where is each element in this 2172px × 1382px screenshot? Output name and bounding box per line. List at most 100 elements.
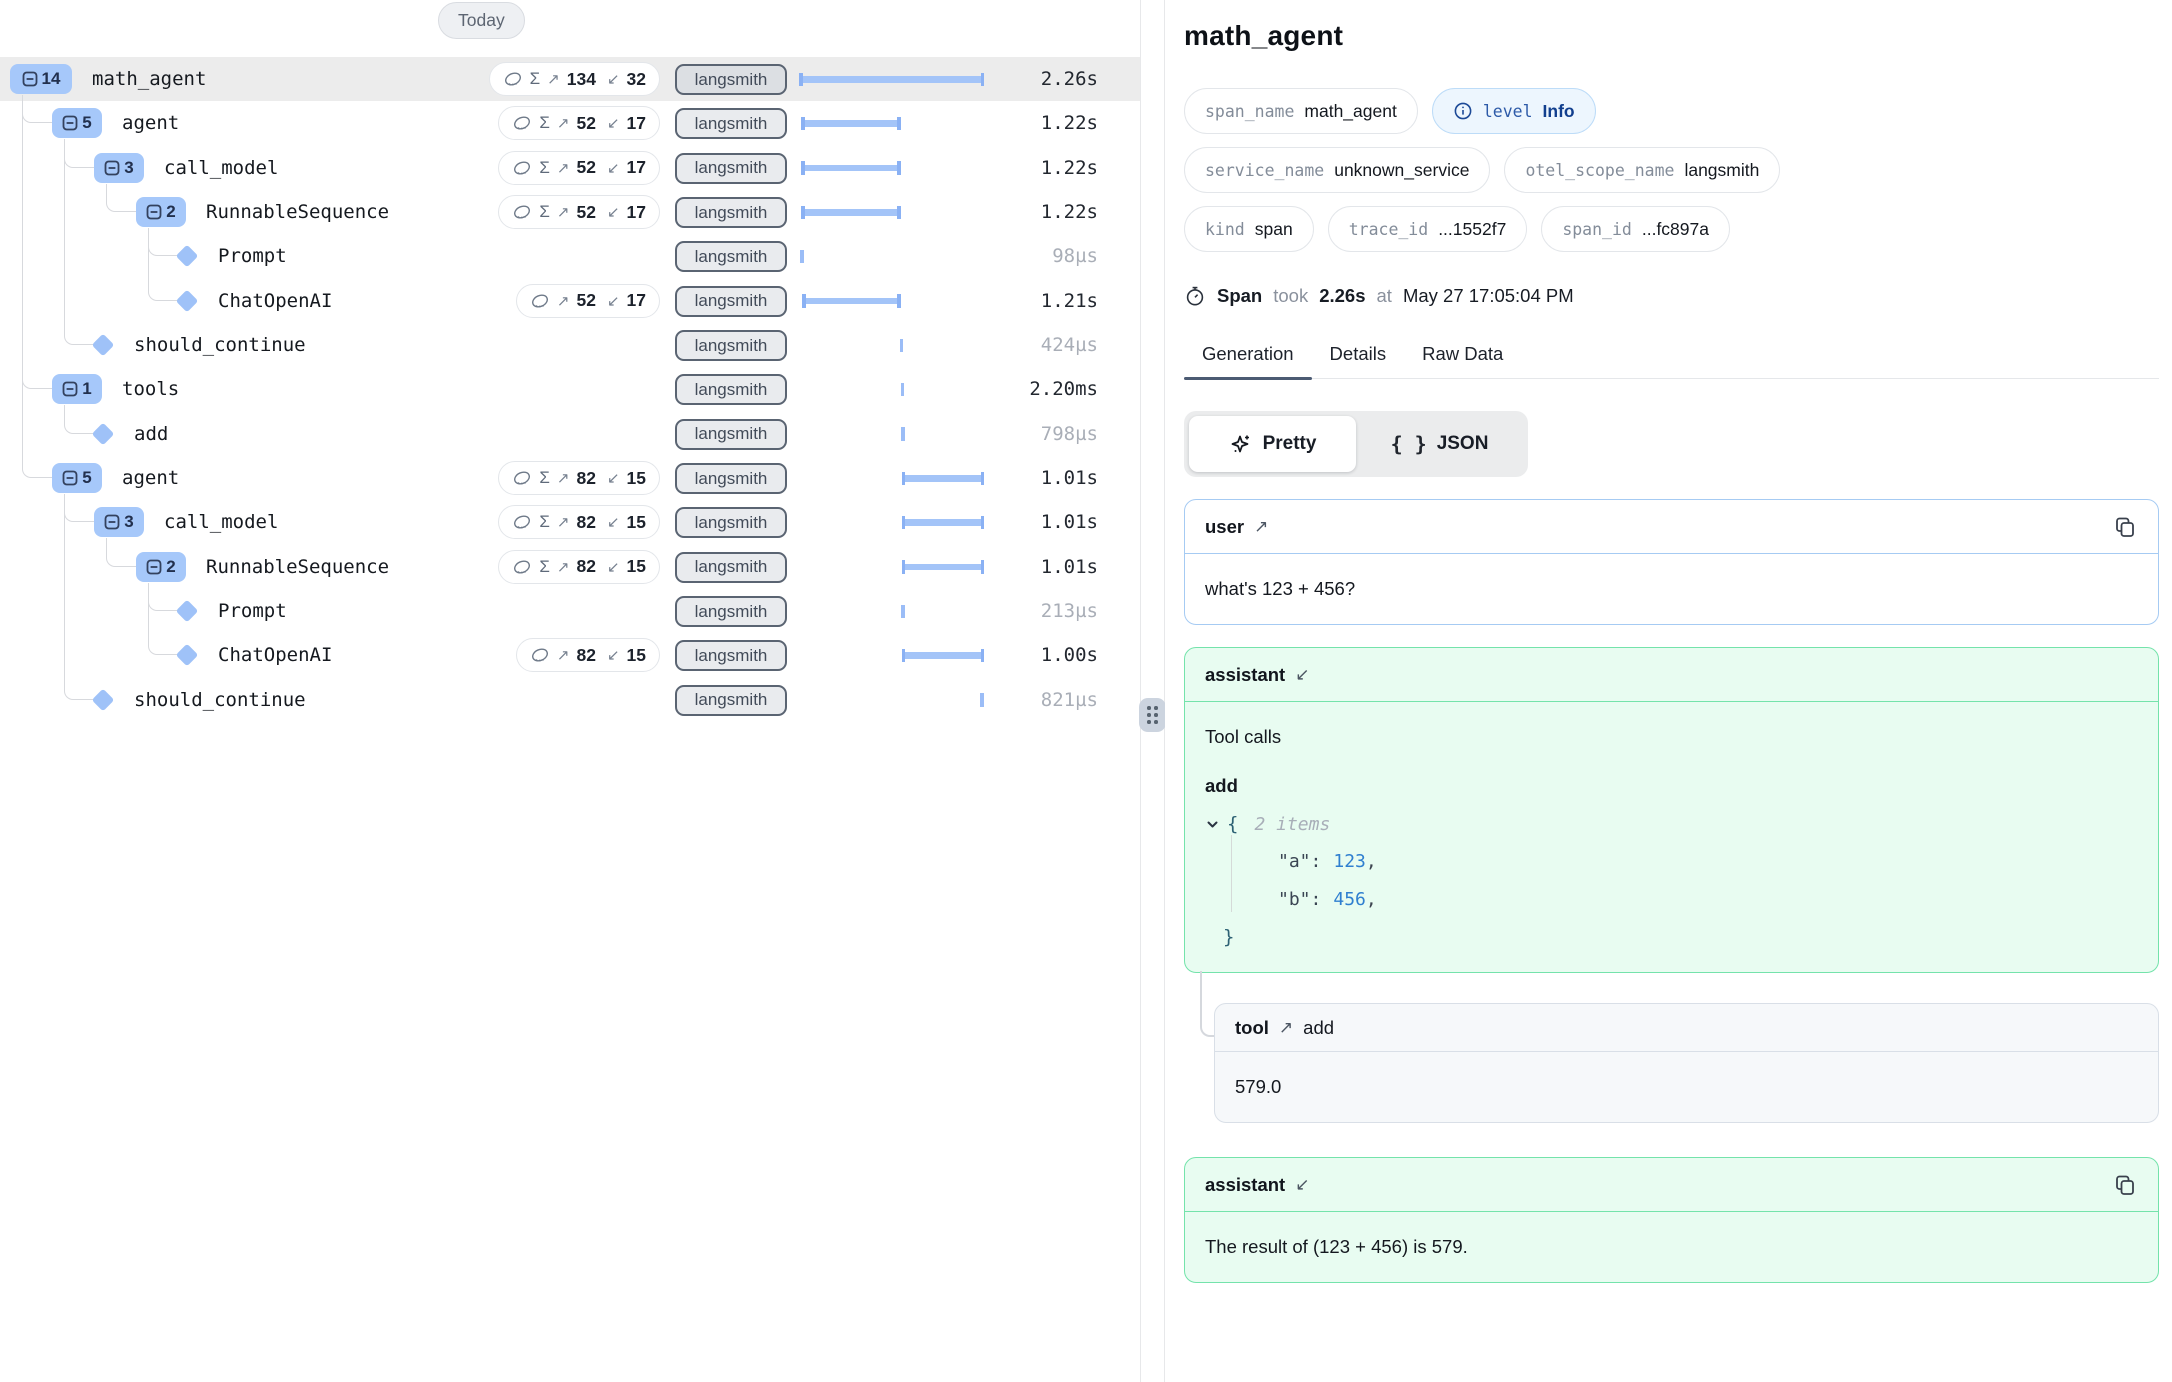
input-tokens: 82: [576, 645, 595, 666]
duration-bar: [800, 76, 983, 83]
child-count: 5: [82, 468, 91, 488]
copy-button[interactable]: [2112, 1172, 2138, 1198]
tool-result-body: 579.0: [1215, 1052, 2158, 1122]
langsmith-tag: langsmith: [675, 64, 787, 95]
duration-bar: [803, 298, 900, 305]
sigma-icon: Σ: [539, 512, 550, 532]
tokens-coin-icon: [512, 202, 532, 222]
collapse-badge[interactable]: 2: [136, 197, 186, 227]
span-name-label: add: [134, 423, 168, 445]
collapse-badge[interactable]: 3: [94, 153, 144, 183]
collapse-badge[interactable]: 14: [10, 64, 72, 94]
leaf-diamond-icon: [176, 245, 199, 268]
arrow-down-left-icon: ↙: [1295, 665, 1309, 685]
waterfall-track: [800, 456, 983, 500]
langsmith-tag: langsmith: [675, 197, 787, 228]
sigma-icon: Σ: [539, 557, 550, 577]
duration-bar: [903, 519, 984, 526]
arrow-down-left-icon: ↙: [607, 646, 620, 664]
trace-row-math_agent[interactable]: 14math_agentΣ↗134↙32langsmith2.26s: [0, 57, 1140, 101]
trace-id-pill: trace_id ...1552f7: [1328, 206, 1528, 252]
assistant-tool-call-card: assistant ↙ Tool calls add { 2 items: [1184, 647, 2159, 973]
pretty-view-button[interactable]: Pretty: [1189, 416, 1356, 472]
tokens-coin-icon: [503, 69, 523, 89]
input-tokens: 52: [576, 202, 595, 223]
json-entry: "b":456,: [1278, 889, 2138, 910]
span-title: math_agent: [1184, 20, 2160, 52]
assistant-tool-call-body: Tool calls add { 2 items "a":123,: [1185, 702, 2158, 972]
tokens-coin-icon: [530, 291, 550, 311]
arrow-down-left-icon: ↙: [607, 469, 620, 487]
langsmith-tag: langsmith: [675, 241, 787, 272]
waterfall-track: [800, 279, 983, 323]
leaf-diamond-icon: [176, 644, 199, 667]
output-tokens: 17: [627, 157, 646, 178]
info-icon: [1453, 101, 1473, 121]
token-count-pill: Σ↗82↙15: [498, 505, 660, 539]
trace-row-call_model[interactable]: 3call_modelΣ↗82↙15langsmith1.01s: [0, 500, 1140, 544]
tokens-coin-icon: [512, 512, 532, 532]
trace-row-add[interactable]: addlangsmith798µs: [0, 412, 1140, 456]
arrow-down-left-icon: ↙: [607, 558, 620, 576]
trace-row-agent[interactable]: 5agentΣ↗52↙17langsmith1.22s: [0, 101, 1140, 145]
waterfall-track: [800, 146, 983, 190]
trace-row-RunnableSequence[interactable]: 2RunnableSequenceΣ↗82↙15langsmith1.01s: [0, 545, 1140, 589]
span-name-label: should_continue: [134, 689, 306, 711]
trace-row-call_model[interactable]: 3call_modelΣ↗52↙17langsmith1.22s: [0, 146, 1140, 190]
span-name-label: should_continue: [134, 334, 306, 356]
waterfall-track: [800, 412, 983, 456]
trace-row-should_continue[interactable]: should_continuelangsmith424µs: [0, 323, 1140, 367]
waterfall-track: [800, 234, 983, 278]
tool-name: add: [1303, 1017, 1334, 1039]
arrow-up-right-icon: ↗: [547, 70, 560, 88]
kind-pill: kind span: [1184, 206, 1314, 252]
duration-label: 2.26s: [1041, 68, 1098, 90]
child-count: 1: [82, 379, 91, 399]
trace-row-agent[interactable]: 5agentΣ↗82↙15langsmith1.01s: [0, 456, 1140, 500]
trace-row-tools[interactable]: 1toolslangsmith2.20ms: [0, 367, 1140, 411]
span-detail-panel: math_agent span_name math_agent level In…: [1165, 0, 2172, 1382]
role-label: assistant: [1205, 1174, 1285, 1196]
input-tokens: 52: [576, 157, 595, 178]
duration-tick: [980, 693, 984, 707]
span-duration-summary: Span took 2.26s at May 27 17:05:04 PM: [1184, 285, 2160, 307]
arrow-down-left-icon: ↙: [1295, 1175, 1309, 1195]
collapse-badge[interactable]: 5: [52, 463, 102, 493]
token-count-pill: Σ↗82↙15: [498, 550, 660, 584]
duration-label: 1.00s: [1041, 644, 1098, 666]
json-view-button[interactable]: { } JSON: [1356, 416, 1523, 472]
assistant-message-header: assistant ↙: [1185, 648, 2158, 702]
tab-generation[interactable]: Generation: [1184, 334, 1312, 378]
tab-raw-data[interactable]: Raw Data: [1404, 334, 1521, 378]
collapse-badge[interactable]: 1: [52, 374, 102, 404]
leaf-diamond-icon: [176, 289, 199, 312]
tool-result-header: tool ↗ add: [1215, 1004, 2158, 1052]
role-label: user: [1205, 516, 1244, 538]
splitter-drag-handle[interactable]: [1139, 698, 1166, 732]
tool-calls-label: Tool calls: [1205, 726, 2138, 748]
waterfall-track: [800, 589, 983, 633]
collapse-badge[interactable]: 2: [136, 552, 186, 582]
span-name-label: Prompt: [218, 245, 287, 267]
tokens-coin-icon: [512, 158, 532, 178]
arrow-up-right-icon: ↗: [557, 469, 570, 487]
tab-details[interactable]: Details: [1312, 334, 1405, 378]
langsmith-tag: langsmith: [675, 108, 787, 139]
output-tokens: 17: [627, 290, 646, 311]
chevron-down-icon[interactable]: [1205, 817, 1220, 832]
sigma-icon: Σ: [539, 468, 550, 488]
tree-connector-line: [64, 139, 94, 345]
langsmith-tag: langsmith: [675, 286, 787, 317]
user-message-card: user ↗ what's 123 + 456?: [1184, 499, 2159, 625]
collapse-badge[interactable]: 5: [52, 108, 102, 138]
waterfall-track: [800, 190, 983, 234]
child-count: 2: [166, 557, 175, 577]
collapse-badge[interactable]: 3: [94, 507, 144, 537]
trace-row-ChatOpenAI[interactable]: ChatOpenAI↗52↙17langsmith1.21s: [0, 279, 1140, 323]
service-name-pill: service_name unknown_service: [1184, 147, 1490, 193]
date-separator-chip: Today: [438, 2, 525, 39]
copy-button[interactable]: [2112, 514, 2138, 540]
trace-row-should_continue[interactable]: should_continuelangsmith821µs: [0, 678, 1140, 722]
duration-label: 1.22s: [1041, 201, 1098, 223]
trace-row-ChatOpenAI[interactable]: ChatOpenAI↗82↙15langsmith1.00s: [0, 633, 1140, 677]
